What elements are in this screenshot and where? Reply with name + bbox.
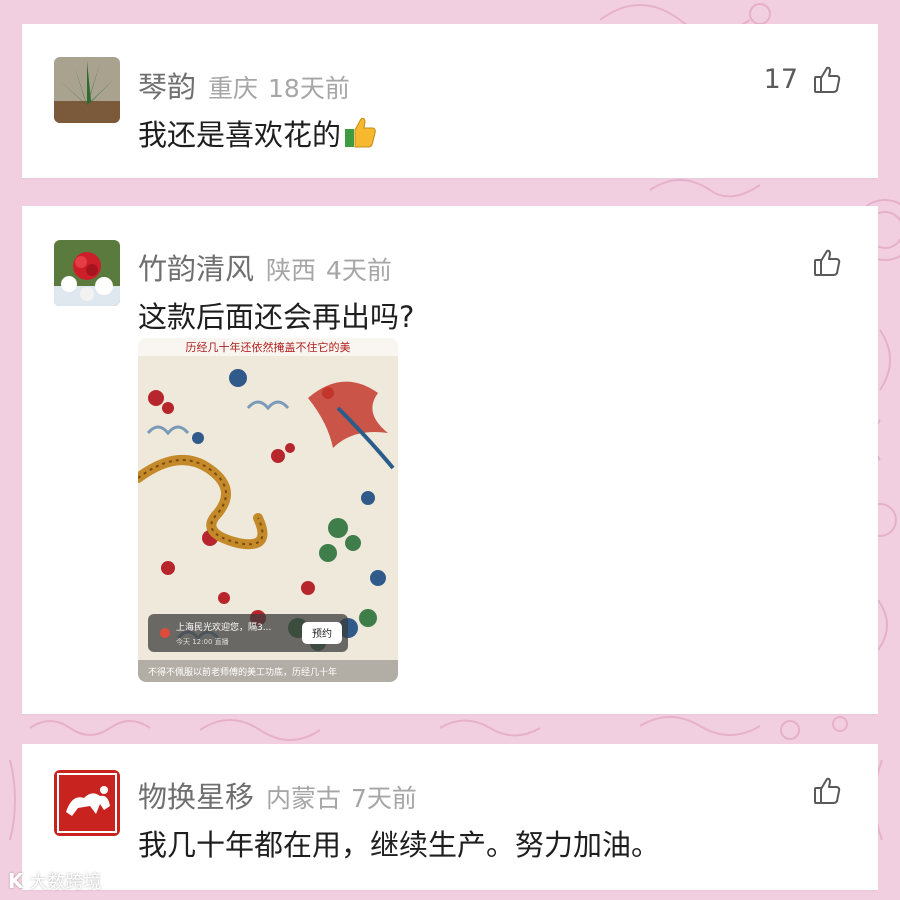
watermark-text: 大数跨境 bbox=[29, 872, 102, 893]
username[interactable]: 琴韵 bbox=[138, 70, 196, 104]
comment-card: 竹韵清风 陕西 4天前 这款后面还会再出吗? 历经几十年还依然掩盖不住它的美 上… bbox=[22, 206, 878, 714]
comment-text: 我还是喜欢花的 bbox=[138, 112, 377, 156]
timestamp: 18天前 bbox=[268, 74, 350, 103]
video-caption: 不得不佩服以前老师傅的美工功底，历经几十年 bbox=[148, 666, 337, 678]
timestamp: 7天前 bbox=[351, 784, 417, 813]
embroidery-photo: 历经几十年还依然掩盖不住它的美 上海民光欢迎您，隔3... 今天 12:00 直… bbox=[138, 338, 398, 682]
location: 重庆 bbox=[208, 74, 259, 103]
comment-image-attachment[interactable]: 历经几十年还依然掩盖不住它的美 上海民光欢迎您，隔3... 今天 12:00 直… bbox=[138, 338, 398, 682]
promo-subtitle: 今天 12:00 直播 bbox=[176, 637, 229, 646]
like-button[interactable] bbox=[798, 776, 842, 806]
comment-text: 这款后面还会再出吗? bbox=[138, 300, 415, 334]
like-button[interactable]: 17 bbox=[764, 64, 842, 95]
avatar[interactable] bbox=[54, 57, 120, 123]
comment-meta: 琴韵 重庆 18天前 bbox=[138, 64, 350, 106]
comment-card: 物换星移 内蒙古 7天前 我几十年都在用，继续生产。努力加油。 bbox=[22, 744, 878, 890]
comment-card: 琴韵 重庆 18天前 我还是喜欢花的 17 bbox=[22, 24, 878, 178]
comment-text: 我几十年都在用，继续生产。努力加油。 bbox=[138, 828, 661, 862]
watermark-logo-icon: K bbox=[8, 869, 24, 893]
avatar[interactable] bbox=[54, 770, 120, 836]
thumbs-up-icon bbox=[814, 66, 841, 93]
comment-meta: 竹韵清风 陕西 4天前 bbox=[138, 246, 392, 288]
timestamp: 4天前 bbox=[326, 256, 392, 285]
promo-title: 上海民光欢迎您，隔3... bbox=[176, 621, 271, 633]
video-banner-text: 历经几十年还依然掩盖不住它的美 bbox=[186, 340, 351, 354]
like-button[interactable] bbox=[798, 248, 842, 278]
location: 陕西 bbox=[266, 256, 317, 285]
watermark: K 大数跨境 bbox=[8, 868, 102, 894]
username[interactable]: 物换星移 bbox=[138, 780, 254, 814]
comment-meta: 物换星移 内蒙古 7天前 bbox=[138, 774, 417, 816]
thumbs-up-icon bbox=[814, 249, 841, 276]
like-count: 17 bbox=[763, 64, 798, 95]
avatar[interactable] bbox=[54, 240, 120, 306]
location: 内蒙古 bbox=[266, 784, 342, 813]
thumbs-up-icon bbox=[814, 777, 841, 804]
username[interactable]: 竹韵清风 bbox=[138, 252, 254, 286]
thumbs-up-emoji-icon bbox=[343, 115, 377, 156]
reserve-button[interactable]: 预约 bbox=[312, 627, 332, 640]
